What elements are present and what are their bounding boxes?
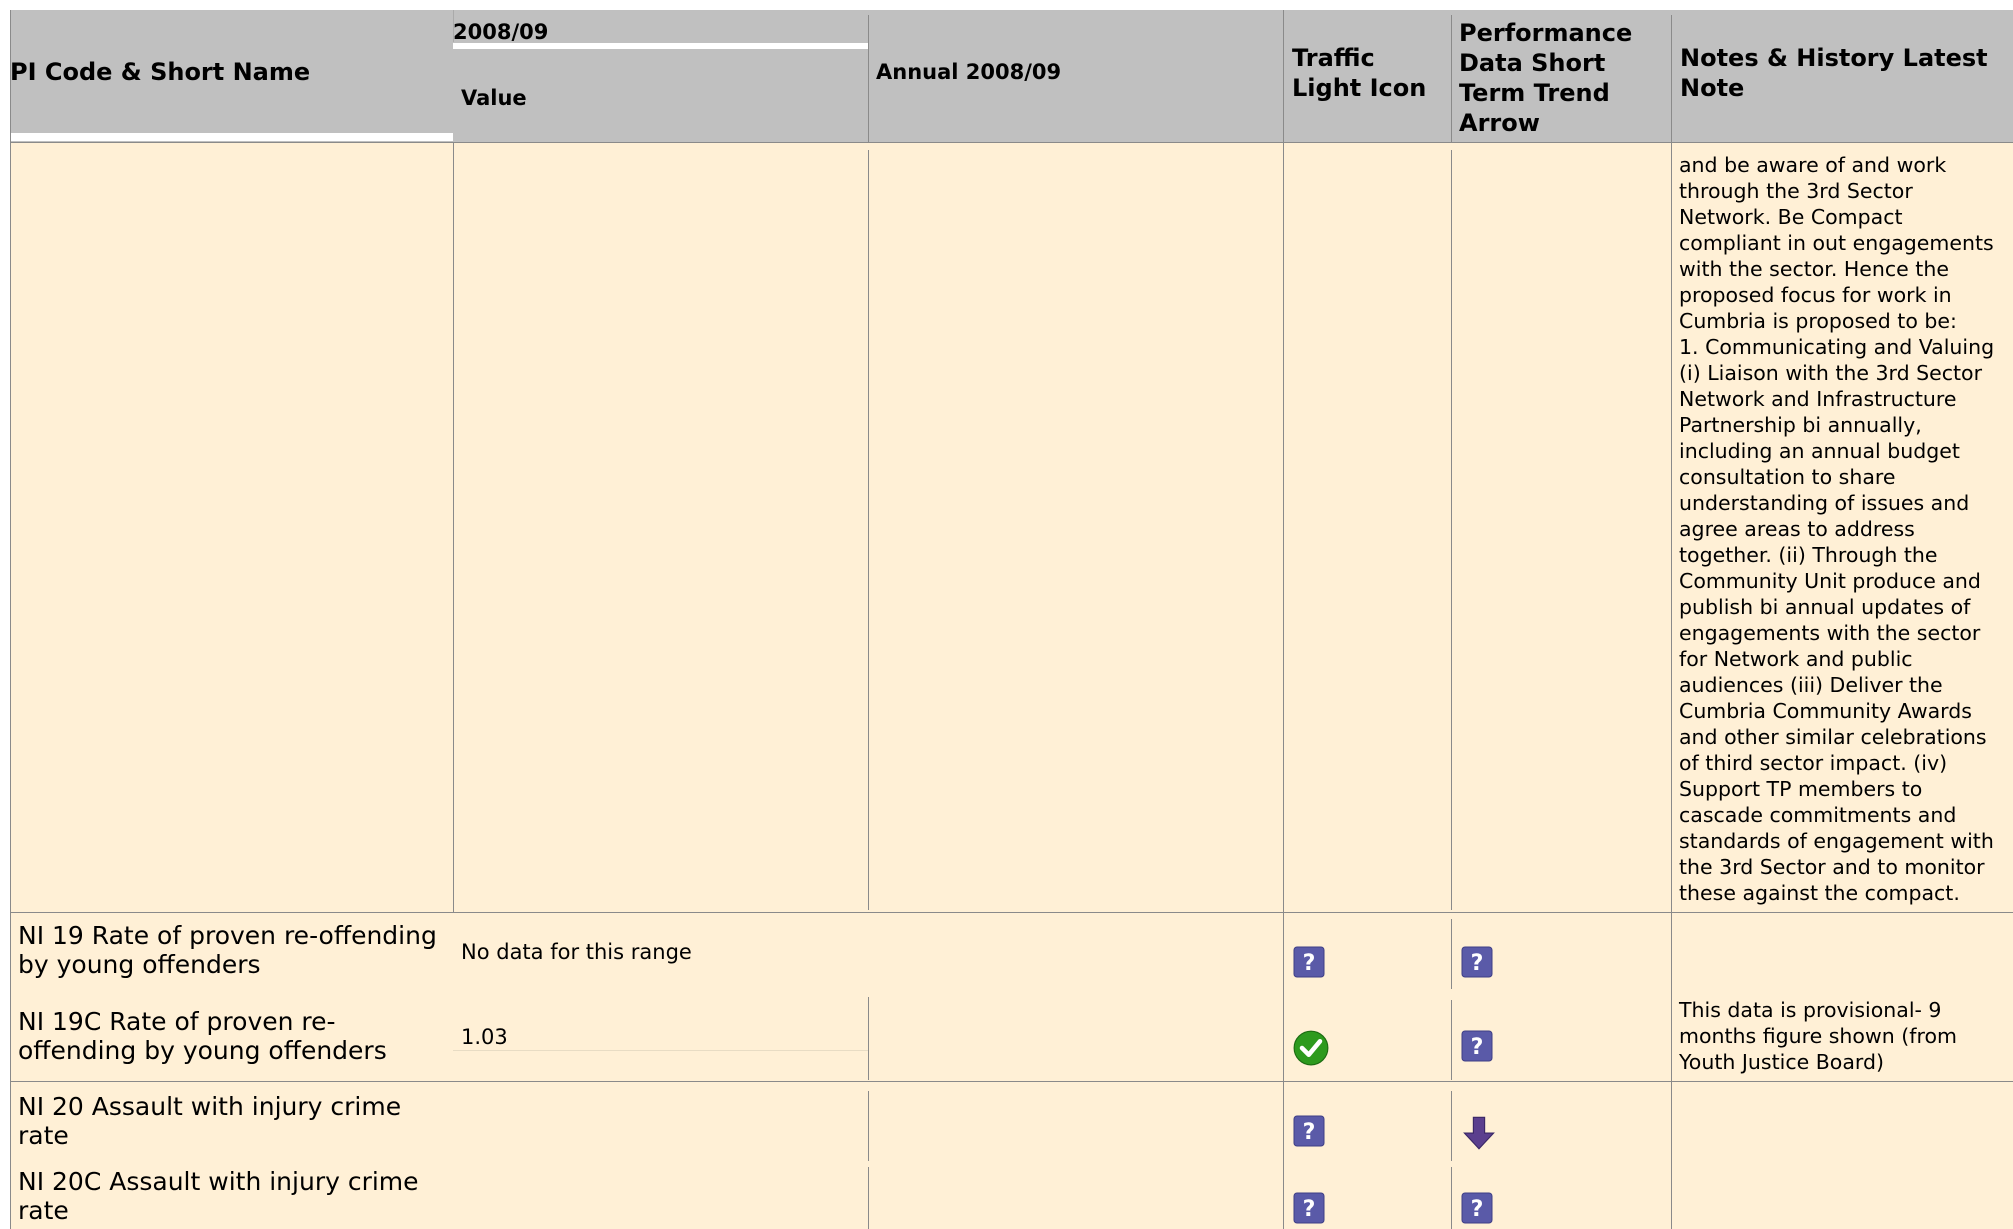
svg-text:?: ? [1471, 951, 1484, 976]
question-icon: ? [1293, 1115, 1325, 1147]
col-separator [1451, 1167, 1452, 1229]
col-separator [868, 1167, 869, 1229]
header-divider [10, 133, 453, 141]
header-notes: Notes & History Latest Note [1680, 44, 1988, 102]
header-value: Value [461, 86, 527, 110]
row-separator [10, 142, 2013, 143]
svg-text:?: ? [1303, 1120, 1316, 1145]
down-arrow-icon [1463, 1116, 1495, 1150]
row-ni19-value: No data for this range [461, 940, 692, 964]
col-separator [453, 10, 454, 42]
row-ni19c-value: 1.03 [461, 1025, 508, 1049]
question-icon: ? [1461, 1192, 1493, 1224]
green-check-icon [1293, 1030, 1329, 1066]
col-separator [453, 143, 454, 913]
question-icon: ? [1461, 946, 1493, 978]
svg-text:?: ? [1303, 951, 1316, 976]
header-traffic-light: Traffic Light Icon [1292, 44, 1427, 102]
header-annual: Annual 2008/09 [876, 60, 1062, 84]
col-separator [868, 1091, 869, 1161]
row-ni20c-name: NI 20C Assault with injury crime rate [18, 1167, 419, 1225]
col-separator [868, 997, 869, 1080]
svg-text:?: ? [1471, 1035, 1484, 1060]
row-separator [10, 1081, 2013, 1082]
col-separator [1283, 10, 1284, 1229]
col-separator [868, 15, 869, 142]
notes-cell-ni19c: This data is provisional- 9 months figur… [1679, 998, 1957, 1074]
row-ni19c-name: NI 19C Rate of proven re- offending by y… [18, 1007, 387, 1065]
svg-text:?: ? [1471, 1197, 1484, 1222]
col-separator [1671, 15, 1672, 1229]
col-separator [10, 10, 11, 1229]
question-icon: ? [1293, 946, 1325, 978]
col-separator [868, 150, 869, 910]
header-trend-arrow: Performance Data Short Term Trend Arrow [1459, 19, 1633, 137]
question-icon: ? [1293, 1192, 1325, 1224]
header-period: 2008/09 [453, 20, 549, 44]
row-ni20-name: NI 20 Assault with injury crime rate [18, 1092, 402, 1150]
question-icon: ? [1461, 1030, 1493, 1062]
row-ni19-name: NI 19 Rate of proven re-offending by you… [18, 921, 437, 979]
col-separator [1451, 1091, 1452, 1161]
col-separator [1451, 150, 1452, 910]
row-separator [10, 912, 2013, 913]
col-separator [1451, 1000, 1452, 1080]
notes-cell-continuation: and be aware of and work through the 3rd… [1679, 153, 1995, 905]
svg-text:?: ? [1303, 1197, 1316, 1222]
col-separator [1451, 15, 1452, 142]
col-separator [1451, 919, 1452, 989]
row-separator [453, 1050, 868, 1051]
header-pi-code: PI Code & Short Name [10, 58, 311, 86]
